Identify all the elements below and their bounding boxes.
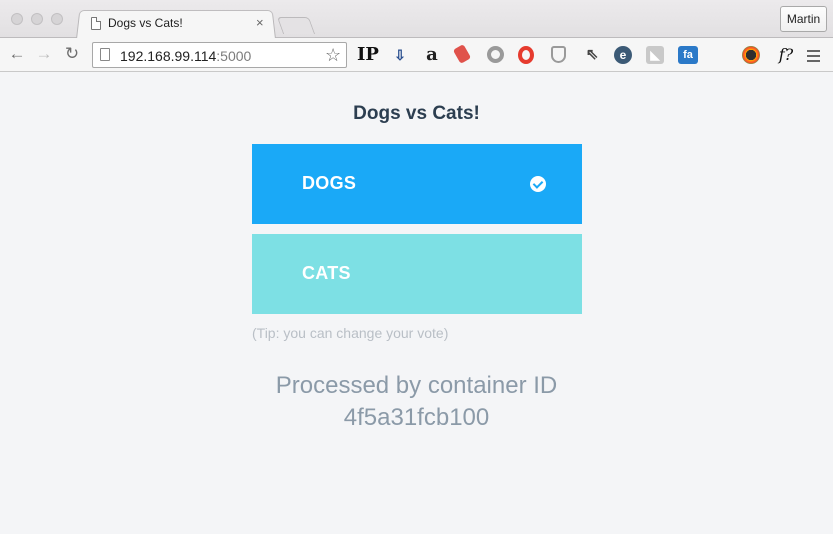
amazon-extension-icon[interactable]: a	[423, 46, 441, 64]
browser-tab[interactable]: Dogs vs Cats! ×	[76, 10, 276, 39]
vote-dogs-button[interactable]: DOGS	[252, 144, 582, 224]
vote-cats-label: CATS	[302, 263, 351, 283]
processed-line-1: Processed by container ID	[275, 372, 558, 399]
window-close-button[interactable]	[11, 13, 23, 25]
download-extension-icon[interactable]: ⇩	[391, 46, 409, 64]
rss-extension-icon[interactable]: ◣	[646, 46, 664, 64]
page-icon	[91, 17, 101, 30]
vote-cats-button[interactable]: CATS	[252, 234, 582, 314]
new-tab-button[interactable]	[276, 17, 316, 34]
f-extension-icon[interactable]: f?	[774, 46, 798, 64]
eraser-extension-icon[interactable]	[452, 44, 472, 64]
window-minimize-button[interactable]	[31, 13, 43, 25]
cursor-extension-icon[interactable]: ⇖	[583, 46, 601, 64]
shield-extension-icon[interactable]	[551, 46, 566, 63]
vote-dogs-label: DOGS	[302, 173, 357, 193]
container-id-text: Processed by container ID 4f5a31fcb100	[0, 370, 833, 434]
fa-extension-icon[interactable]: fa	[678, 46, 698, 64]
ring-extension-icon[interactable]	[487, 46, 504, 63]
url-port: :5000	[216, 48, 252, 64]
e-extension-icon[interactable]: e	[614, 46, 632, 64]
page-content: Dogs vs Cats! DOGS CATS (Tip: you can ch…	[0, 72, 833, 534]
back-arrow-icon[interactable]: ←	[7, 44, 27, 64]
check-circle-icon	[530, 176, 546, 192]
reload-icon[interactable]: ↻	[62, 44, 82, 64]
url-host: 192.168.99.114	[120, 48, 217, 64]
page-title: Dogs vs Cats!	[353, 103, 480, 124]
tip-text: (Tip: you can change your vote)	[252, 325, 449, 341]
hamburger-menu-icon[interactable]	[807, 50, 820, 65]
window-maximize-button[interactable]	[51, 13, 63, 25]
tab-title: Dogs vs Cats!	[108, 16, 183, 30]
opera-extension-icon[interactable]	[518, 46, 534, 64]
page-info-icon[interactable]	[100, 48, 110, 61]
forward-arrow-icon[interactable]: →	[34, 44, 54, 64]
bookmark-star-icon[interactable]: ☆	[325, 45, 341, 66]
tab-close-icon[interactable]: ×	[256, 15, 264, 30]
profile-button[interactable]: Martin	[780, 6, 827, 32]
browser-toolbar: ← → ↻ 192.168.99.114:5000 ☆ IP ⇩ a 35 ⇖ …	[0, 38, 833, 104]
processed-line-2: 4f5a31fcb100	[343, 404, 490, 431]
url-text[interactable]: 192.168.99.114:5000	[120, 48, 251, 64]
window-titlebar: Dogs vs Cats! × Martin	[0, 0, 833, 39]
camera-extension-icon[interactable]	[742, 46, 760, 64]
ip-extension-icon[interactable]: IP	[357, 46, 379, 64]
address-bar[interactable]: 192.168.99.114:5000 ☆	[92, 42, 347, 68]
